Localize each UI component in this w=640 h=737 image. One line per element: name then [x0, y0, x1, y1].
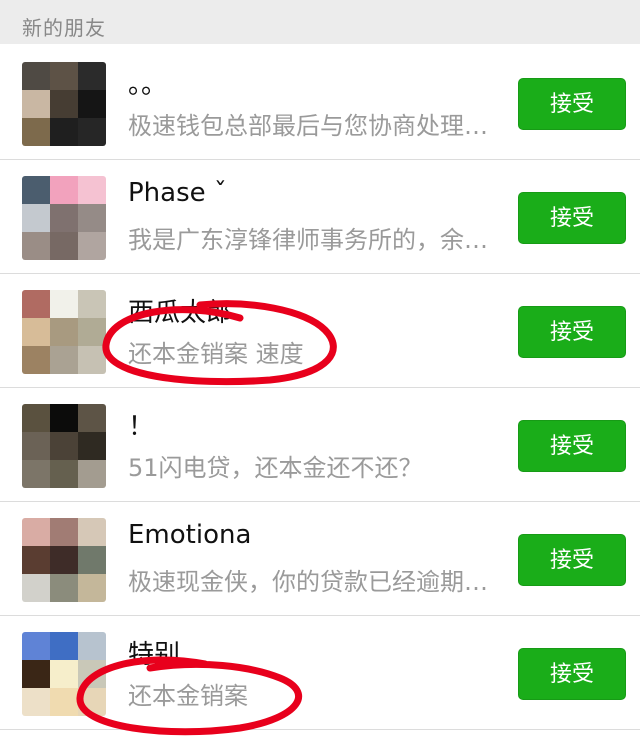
divider [0, 729, 640, 730]
accept-button[interactable]: 接受 [518, 78, 626, 130]
avatar-pixel [22, 176, 50, 204]
avatar-pixel [22, 460, 50, 488]
avatar-pixel [50, 546, 78, 574]
avatar-pixel [22, 518, 50, 546]
avatar-pixel [78, 232, 106, 260]
avatar-pixel [22, 632, 50, 660]
avatar-pixel [50, 232, 78, 260]
avatar-pixel [22, 90, 50, 118]
avatar-pixel [78, 176, 106, 204]
accept-button[interactable]: 接受 [518, 648, 626, 700]
friend-request-row[interactable]: ！ 51闪电贷，还本金还不还？ 接受 [0, 388, 640, 502]
avatar-pixel [22, 62, 50, 90]
accept-button[interactable]: 接受 [518, 420, 626, 472]
friend-request-row[interactable]: 。。 极速钱包总部最后与您协商处理… 接受 [0, 46, 640, 160]
avatar-pixel [78, 404, 106, 432]
avatar-pixel [22, 118, 50, 146]
avatar-pixel [50, 404, 78, 432]
request-message: 51闪电贷，还本金还不还？ [128, 454, 423, 482]
avatar-pixel [50, 118, 78, 146]
request-message: 极速现金侠，你的贷款已经逾期… [128, 568, 488, 596]
avatar[interactable] [22, 176, 106, 260]
contact-name: Emotiona [128, 520, 252, 550]
avatar-pixel [50, 518, 78, 546]
request-message: 还本金销案 [128, 682, 248, 710]
contact-name: Phase ˇ [128, 178, 227, 208]
avatar-pixel [50, 688, 78, 716]
avatar-pixel [50, 574, 78, 602]
section-header: 新的朋友 [0, 0, 640, 44]
avatar[interactable] [22, 290, 106, 374]
avatar-pixel [78, 290, 106, 318]
avatar[interactable] [22, 62, 106, 146]
avatar-pixel [78, 90, 106, 118]
avatar-pixel [78, 546, 106, 574]
accept-button[interactable]: 接受 [518, 192, 626, 244]
contact-name: 。。 [128, 70, 168, 100]
contact-name: ！ [128, 412, 155, 442]
avatar-pixel [78, 518, 106, 546]
avatar-pixel [22, 290, 50, 318]
avatar-pixel [78, 62, 106, 90]
contact-name: 西瓜太郎 [128, 298, 233, 328]
avatar-pixel [50, 632, 78, 660]
avatar-pixel [50, 660, 78, 688]
avatar-pixel [78, 574, 106, 602]
avatar-pixel [78, 318, 106, 346]
avatar-pixel [50, 176, 78, 204]
accept-button[interactable]: 接受 [518, 534, 626, 586]
avatar-pixel [22, 346, 50, 374]
friend-request-row[interactable]: Emotiona 极速现金侠，你的贷款已经逾期… 接受 [0, 502, 640, 616]
avatar[interactable] [22, 632, 106, 716]
avatar-pixel [22, 232, 50, 260]
avatar-pixel [50, 318, 78, 346]
avatar-pixel [78, 460, 106, 488]
section-title: 新的朋友 [22, 16, 106, 40]
avatar-pixel [78, 118, 106, 146]
avatar-pixel [22, 318, 50, 346]
contact-name: 特别 [128, 640, 181, 670]
accept-button[interactable]: 接受 [518, 306, 626, 358]
request-message: 极速钱包总部最后与您协商处理… [128, 112, 488, 140]
avatar-pixel [78, 688, 106, 716]
avatar-pixel [78, 632, 106, 660]
avatar[interactable] [22, 404, 106, 488]
avatar-pixel [78, 660, 106, 688]
avatar-pixel [50, 62, 78, 90]
avatar-pixel [22, 204, 50, 232]
avatar-pixel [22, 546, 50, 574]
friend-request-row[interactable]: 特别 还本金销案 接受 [0, 616, 640, 730]
avatar-pixel [78, 346, 106, 374]
avatar-pixel [22, 660, 50, 688]
avatar-pixel [78, 204, 106, 232]
avatar[interactable] [22, 518, 106, 602]
avatar-pixel [22, 432, 50, 460]
avatar-pixel [78, 432, 106, 460]
avatar-pixel [50, 204, 78, 232]
avatar-pixel [22, 688, 50, 716]
avatar-pixel [50, 90, 78, 118]
avatar-pixel [22, 574, 50, 602]
request-message: 还本金销案 速度 [128, 340, 304, 368]
avatar-pixel [50, 290, 78, 318]
avatar-pixel [22, 404, 50, 432]
avatar-pixel [50, 432, 78, 460]
avatar-pixel [50, 346, 78, 374]
avatar-pixel [50, 460, 78, 488]
request-message: 我是广东淳锋律师事务所的，余… [128, 226, 488, 254]
friend-request-row[interactable]: 西瓜太郎 还本金销案 速度 接受 [0, 274, 640, 388]
friend-request-row[interactable]: Phase ˇ 我是广东淳锋律师事务所的，余… 接受 [0, 160, 640, 274]
